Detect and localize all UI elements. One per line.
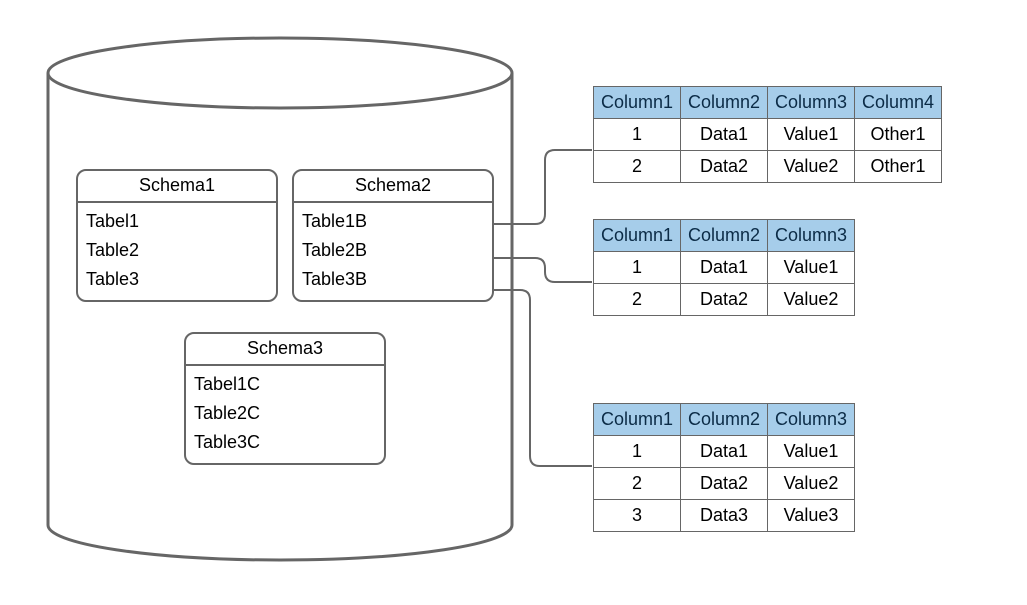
schema-box-schema1: Schema1 Tabel1 Table2 Table3 (76, 169, 278, 302)
table-cell: Data1 (681, 252, 768, 284)
table-cell: Data2 (681, 284, 768, 316)
table-row: 2 Data2 Value2 (594, 284, 855, 316)
column-header: Column3 (768, 220, 855, 252)
column-header: Column4 (855, 87, 942, 119)
data-table-3: Column1 Column2 Column3 1 Data1 Value1 2… (593, 403, 855, 532)
schema-title: Schema3 (186, 334, 384, 366)
table-cell: Value3 (768, 500, 855, 532)
table-cell: 2 (594, 151, 681, 183)
column-header: Column2 (681, 220, 768, 252)
schema-table-entry: Table3B (302, 265, 484, 294)
table-row: 2 Data2 Value2 (594, 468, 855, 500)
column-header: Column3 (768, 87, 855, 119)
column-header: Column2 (681, 87, 768, 119)
data-table-1: Column1 Column2 Column3 Column4 1 Data1 … (593, 86, 942, 183)
column-header: Column2 (681, 404, 768, 436)
table-cell: Value2 (768, 468, 855, 500)
schema-table-entry: Table1B (302, 207, 484, 236)
table-cell: Data1 (681, 436, 768, 468)
table-cell: 1 (594, 119, 681, 151)
table-cell: 2 (594, 284, 681, 316)
table-cell: Value1 (768, 119, 855, 151)
table-cell: Data1 (681, 119, 768, 151)
schema-table-entry: Tabel1 (86, 207, 268, 236)
schema-title: Schema2 (294, 171, 492, 203)
schema-table-entry: Tabel1C (194, 370, 376, 399)
table-cell: Value1 (768, 252, 855, 284)
schema-box-schema2: Schema2 Table1B Table2B Table3B (292, 169, 494, 302)
schema-title: Schema1 (78, 171, 276, 203)
schema-table-entry: Table2B (302, 236, 484, 265)
table-cell: Data2 (681, 468, 768, 500)
data-table-2: Column1 Column2 Column3 1 Data1 Value1 2… (593, 219, 855, 316)
column-header: Column1 (594, 404, 681, 436)
table-cell: Data2 (681, 151, 768, 183)
schema-table-entry: Table2C (194, 399, 376, 428)
schema-table-entry: Table3C (194, 428, 376, 457)
table-cell: 3 (594, 500, 681, 532)
schema-table-entry: Table2 (86, 236, 268, 265)
table-cell: 2 (594, 468, 681, 500)
table-row: 1 Data1 Value1 (594, 436, 855, 468)
table-cell: Value2 (768, 151, 855, 183)
table-cell: Value1 (768, 436, 855, 468)
schema-box-schema3: Schema3 Tabel1C Table2C Table3C (184, 332, 386, 465)
column-header: Column1 (594, 220, 681, 252)
table-cell: Value2 (768, 284, 855, 316)
table-row: 3 Data3 Value3 (594, 500, 855, 532)
table-cell: 1 (594, 252, 681, 284)
column-header: Column3 (768, 404, 855, 436)
table-row: 2 Data2 Value2 Other1 (594, 151, 942, 183)
table-cell: 1 (594, 436, 681, 468)
table-cell: Other1 (855, 119, 942, 151)
schema-table-entry: Table3 (86, 265, 268, 294)
table-cell: Other1 (855, 151, 942, 183)
table-cell: Data3 (681, 500, 768, 532)
column-header: Column1 (594, 87, 681, 119)
table-row: 1 Data1 Value1 (594, 252, 855, 284)
table-row: 1 Data1 Value1 Other1 (594, 119, 942, 151)
